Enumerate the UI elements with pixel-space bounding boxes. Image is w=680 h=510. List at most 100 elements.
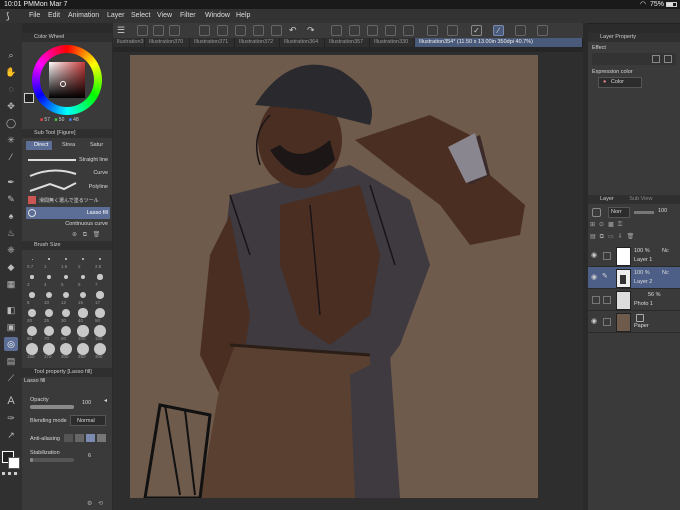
brush-size-cell[interactable]: 60 bbox=[24, 325, 40, 342]
eraser-icon[interactable]: ◆ bbox=[4, 260, 18, 274]
brush-size-cell[interactable]: 2 bbox=[75, 253, 91, 270]
edit-icon[interactable] bbox=[537, 25, 548, 36]
pipette-icon[interactable]: ⁄ bbox=[4, 150, 18, 164]
ruler-snap-icon[interactable] bbox=[447, 25, 458, 36]
menu-icon[interactable]: ☰ bbox=[117, 25, 128, 36]
figure-tool-icon[interactable]: ◎ bbox=[4, 337, 18, 351]
brush-size-cell[interactable]: 20 bbox=[24, 307, 40, 324]
duplicate-subtool-icon[interactable]: ⧉ bbox=[83, 232, 87, 238]
pencil-icon[interactable]: ✎ bbox=[4, 192, 18, 206]
clear-icon[interactable] bbox=[349, 25, 360, 36]
tab-illustration364[interactable]: Illustration364 bbox=[280, 38, 325, 47]
layer-row-paper[interactable]: ◉ Paper bbox=[588, 311, 680, 333]
sub-view-tab[interactable]: Sub View bbox=[629, 196, 652, 202]
brush-size-cell[interactable]: 15 bbox=[75, 289, 91, 306]
layer-opacity-slider[interactable] bbox=[634, 211, 654, 214]
main-color-chip[interactable] bbox=[24, 93, 34, 103]
brush-size-cell[interactable]: 250 bbox=[75, 343, 91, 360]
opacity-stepper-icon[interactable]: ◂ bbox=[104, 397, 107, 404]
brush-size-cell[interactable]: 7 bbox=[92, 271, 108, 288]
gradient-icon[interactable]: ▣ bbox=[4, 320, 18, 334]
effect-tone-icon[interactable] bbox=[664, 55, 672, 63]
export-icon[interactable] bbox=[253, 25, 264, 36]
menu-file[interactable]: File bbox=[29, 9, 40, 23]
menu-help[interactable]: Help bbox=[236, 9, 250, 23]
sub-color-swatch[interactable] bbox=[8, 457, 20, 469]
transform-icon[interactable] bbox=[385, 25, 396, 36]
new-canvas-icon[interactable] bbox=[199, 25, 210, 36]
opacity-slider[interactable] bbox=[30, 405, 74, 409]
brush-size-cell[interactable]: 5 bbox=[58, 271, 74, 288]
brush-size-cell[interactable]: 0.7 bbox=[24, 253, 40, 270]
brush-size-cell[interactable]: 25 bbox=[41, 307, 57, 324]
zoom-icon[interactable]: ⌕ bbox=[4, 48, 18, 62]
brush-size-cell[interactable]: 80 bbox=[58, 325, 74, 342]
menu-animation[interactable]: Animation bbox=[68, 9, 99, 23]
sub-tool-straight-line[interactable]: Straight line bbox=[26, 155, 110, 167]
tab-illustration330[interactable]: Illustration330 bbox=[370, 38, 415, 47]
save-icon[interactable] bbox=[235, 25, 246, 36]
redo-icon[interactable]: ↷ bbox=[307, 25, 318, 36]
correct-line-icon[interactable]: ↗ bbox=[4, 428, 18, 442]
brush-size-cell[interactable]: 200 bbox=[58, 343, 74, 360]
layer-lock-icon[interactable] bbox=[592, 208, 601, 217]
brush-size-cell[interactable]: 6 bbox=[75, 271, 91, 288]
stabilization-slider[interactable] bbox=[30, 458, 74, 462]
brush-size-cell[interactable]: 8 bbox=[24, 289, 40, 306]
color-picker-cursor[interactable] bbox=[60, 81, 66, 87]
merge-icon[interactable]: ⇩ bbox=[618, 234, 627, 240]
layer-check[interactable] bbox=[603, 252, 611, 260]
brush-size-cell[interactable]: 30 bbox=[58, 307, 74, 324]
tab-illustration354-active[interactable]: Illustration354* (11.50 x 13.00in 350dpi… bbox=[415, 38, 583, 47]
brush-size-cell[interactable]: 3 bbox=[24, 271, 40, 288]
tab-stream[interactable]: Strea bbox=[54, 141, 80, 150]
edit-pen-icon[interactable]: ✎ bbox=[602, 272, 608, 280]
lock-layer-icon[interactable]: ⚿ bbox=[618, 222, 627, 228]
brush-size-cell[interactable]: 100 bbox=[75, 325, 91, 342]
layer-check[interactable] bbox=[603, 296, 611, 304]
tab-illustration371[interactable]: Illustration371 bbox=[190, 38, 235, 47]
sub-tool-curve[interactable]: Curve bbox=[26, 168, 110, 180]
menu-view[interactable]: View bbox=[157, 9, 172, 23]
saturation-value-square[interactable] bbox=[49, 62, 85, 98]
layer-tab[interactable]: Layer bbox=[600, 196, 614, 202]
stroke-icon[interactable]: ∕ bbox=[493, 25, 504, 36]
color-wheel-ring[interactable] bbox=[32, 45, 102, 115]
text-icon[interactable]: A bbox=[4, 394, 18, 408]
lasso-icon[interactable]: ◯ bbox=[4, 116, 18, 130]
undo-icon[interactable]: ↶ bbox=[289, 25, 300, 36]
expression-color-select[interactable]: ● Color bbox=[598, 77, 642, 88]
app-logo-icon[interactable]: ⟆ bbox=[6, 9, 10, 23]
visibility-off-box[interactable] bbox=[592, 296, 600, 304]
decoration-icon[interactable]: ❈ bbox=[4, 243, 18, 257]
effect-border-icon[interactable] bbox=[652, 55, 660, 63]
tab-illustration369[interactable]: llustration369 bbox=[113, 38, 145, 47]
snap-icon[interactable] bbox=[427, 25, 438, 36]
antialias-none-icon[interactable] bbox=[64, 434, 73, 442]
tab-direct[interactable]: Direct bbox=[26, 141, 52, 150]
tab-illustration370[interactable]: Illustration370 bbox=[145, 38, 190, 47]
brush-size-cell[interactable]: 12 bbox=[58, 289, 74, 306]
lock-transparency-icon[interactable]: ▩ bbox=[608, 222, 618, 228]
drawing-canvas[interactable] bbox=[130, 55, 538, 498]
menu-edit[interactable]: Edit bbox=[48, 9, 60, 23]
balloon-icon[interactable]: ✑ bbox=[4, 411, 18, 425]
magic-wand-icon[interactable]: ✳ bbox=[4, 133, 18, 147]
settings-wrench-icon[interactable]: ⚙ bbox=[87, 501, 92, 507]
smartphone-icon[interactable] bbox=[515, 25, 526, 36]
new-icon[interactable] bbox=[137, 25, 148, 36]
antialias-weak-icon[interactable] bbox=[75, 434, 84, 442]
visibility-eye-icon[interactable]: ◉ bbox=[591, 251, 597, 259]
pen-pressure-icon[interactable]: ✓ bbox=[471, 25, 482, 36]
blending-mode-select[interactable]: Normal bbox=[70, 415, 106, 426]
reset-icon[interactable]: ⟲ bbox=[98, 501, 103, 507]
brush-size-cell[interactable]: 50 bbox=[92, 307, 108, 324]
antialias-medium-icon[interactable] bbox=[86, 434, 95, 442]
brush-size-cell[interactable]: 300 bbox=[92, 343, 108, 360]
layer-blend-mode-select[interactable]: Norr bbox=[608, 207, 630, 218]
transparent-color-icon[interactable] bbox=[2, 472, 20, 475]
new-vector-layer-icon[interactable]: ⧉ bbox=[600, 234, 608, 240]
delete-subtool-icon[interactable]: 🗑 bbox=[93, 232, 101, 238]
brush-size-cell[interactable]: 70 bbox=[41, 325, 57, 342]
brush-size-cell[interactable]: 17 bbox=[92, 289, 108, 306]
